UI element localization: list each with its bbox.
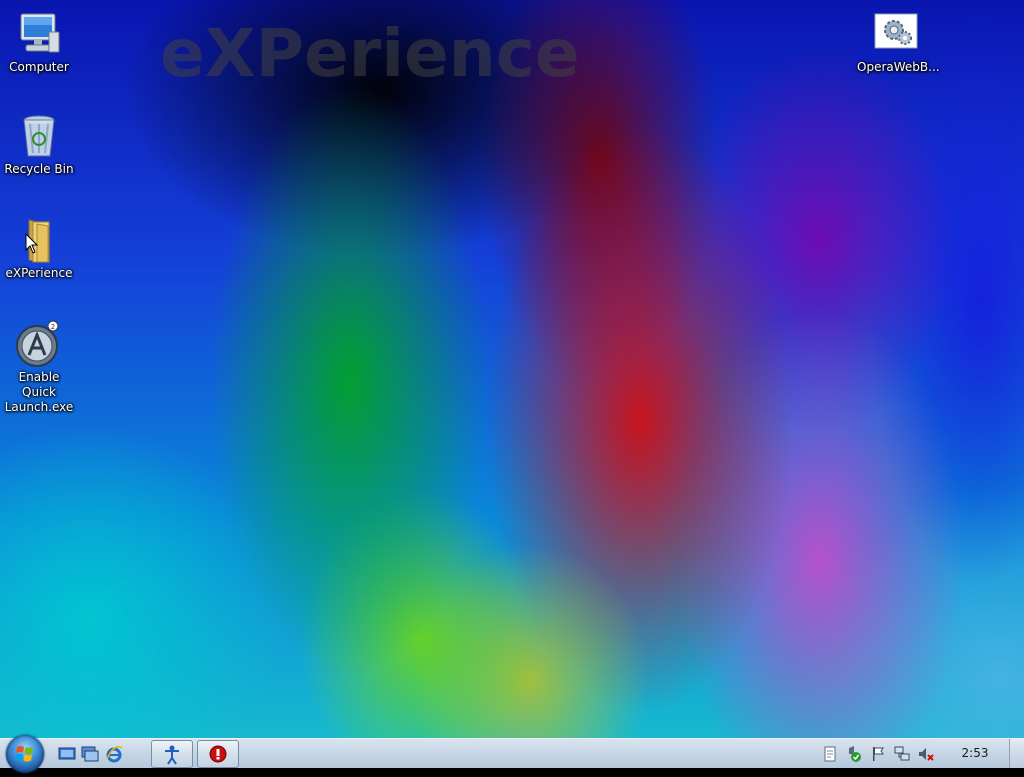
desktop-icon-experience-folder[interactable]: eXPerience [0,216,78,281]
show-desktop-icon[interactable] [58,745,76,763]
taskbar-button-accessibility[interactable] [151,740,193,768]
wallpaper-watermark: eXPerience [160,15,580,92]
desktop-icon-recycle-bin[interactable]: Recycle Bin [0,112,78,177]
desktop-icon-label: Recycle Bin [4,162,74,176]
show-desktop-button[interactable] [1009,739,1024,768]
volume-muted-icon[interactable] [918,746,934,762]
accessibility-app-icon [165,745,179,765]
settings-file-icon [872,10,920,58]
stop-alert-icon [209,745,227,763]
app-launcher-icon: 2 [15,320,63,368]
desktop-icon-enable-quick-launch[interactable]: 2 Enable Quick Launch.exe [0,320,78,415]
taskbar-clock[interactable]: 2:53 [955,746,995,760]
network-icon[interactable] [894,746,910,762]
desktop-icon-label: OperaWebB... [857,60,940,74]
desktop-icon-label: Enable Quick Launch.exe [4,370,74,414]
desktop-icon-label: Computer [9,60,69,74]
svg-text:2: 2 [51,323,55,331]
folder-icon [15,216,63,264]
computer-icon [15,10,63,58]
windows-start-icon[interactable] [6,735,44,773]
taskbar: 2:53 [0,735,1024,773]
document-icon[interactable] [822,746,838,762]
flag-icon[interactable] [870,746,886,762]
taskbar-button-stop-alert[interactable] [197,740,239,768]
internet-explorer-icon[interactable] [105,745,123,763]
recycle-bin-icon [15,112,63,160]
desktop-icon-computer[interactable]: Computer [0,10,78,75]
desktop[interactable]: eXPerience Computer Recycle Bin eXPerien… [0,0,1024,738]
security-check-icon[interactable] [846,746,862,762]
desktop-icon-label: eXPerience [5,266,73,280]
desktop-icon-opera-web-browser[interactable]: OperaWebB... [857,10,940,75]
switch-windows-icon[interactable] [81,745,99,763]
